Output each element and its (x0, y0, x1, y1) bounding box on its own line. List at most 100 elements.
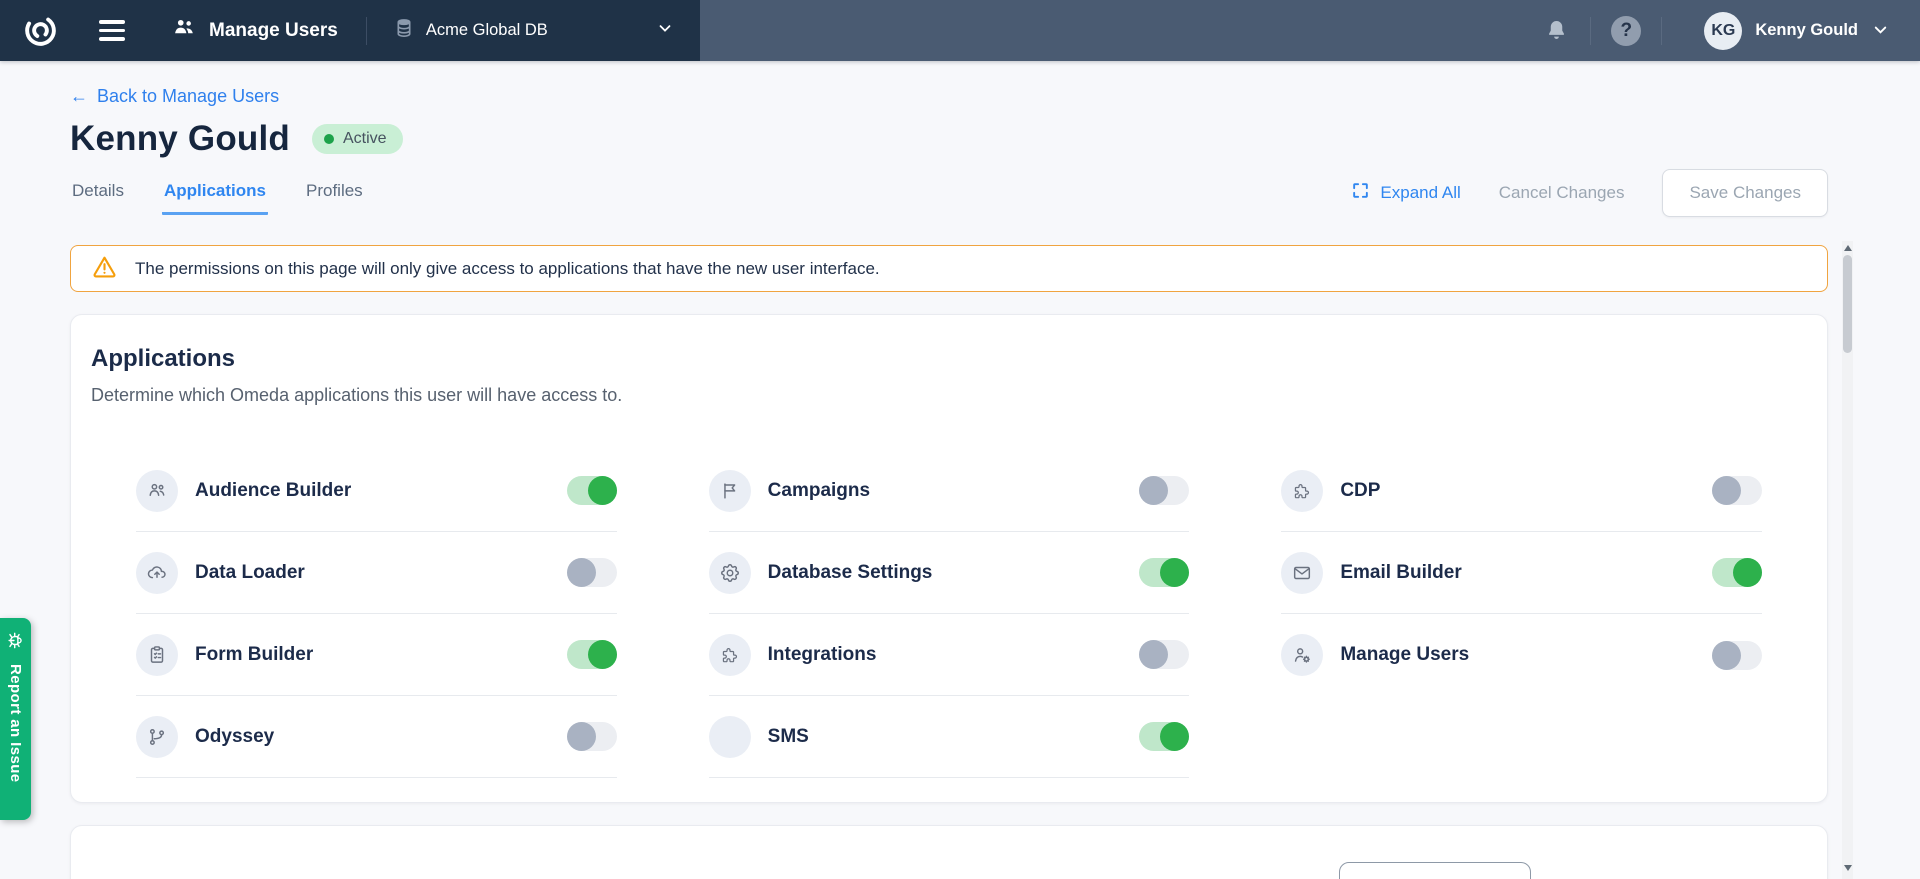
applications-card-description: Determine which Omeda applications this … (91, 385, 1762, 406)
scrollbar-thumb[interactable] (1843, 255, 1852, 353)
tab-details[interactable]: Details (70, 171, 126, 215)
toggle-audience-builder[interactable] (567, 476, 617, 505)
status-dot-icon (324, 134, 334, 144)
app-title-label: Manage Users (209, 20, 338, 42)
status-label: Active (343, 130, 387, 148)
puzzle-icon (1281, 470, 1323, 512)
user-gear-icon (1281, 634, 1323, 676)
envelope-icon (1281, 552, 1323, 594)
app-row-odyssey: Odyssey (136, 696, 617, 778)
branch-icon (136, 716, 178, 758)
scroll-up-arrow-icon[interactable] (1844, 245, 1852, 251)
app-label-data-loader: Data Loader (195, 562, 305, 584)
warning-banner: The permissions on this page will only g… (70, 245, 1828, 292)
applications-grid: Audience Builder Campaigns CDP Data Load… (136, 450, 1762, 778)
app-label-manage-users: Manage Users (1340, 644, 1469, 666)
expand-icon (1351, 181, 1370, 205)
page-content: ← Back to Manage Users Kenny Gould Activ… (0, 61, 1920, 879)
toggle-manage-users[interactable] (1712, 641, 1762, 670)
back-arrow-icon: ← (70, 86, 88, 107)
status-badge: Active (312, 124, 403, 154)
app-label-sms: SMS (768, 726, 809, 748)
toggle-integrations[interactable] (1139, 640, 1189, 669)
toggle-form-builder[interactable] (567, 640, 617, 669)
page-title: Kenny Gould (70, 119, 290, 159)
app-label-form-builder: Form Builder (195, 644, 313, 666)
user-menu[interactable]: KG Kenny Gould (1704, 12, 1890, 50)
title-row: Kenny Gould Active (70, 119, 1828, 159)
database-selector-label: Acme Global DB (426, 21, 548, 40)
app-row-database-settings: Database Settings (709, 532, 1190, 614)
app-row-cdp: CDP (1281, 450, 1762, 532)
report-an-issue-tab[interactable]: Report an Issue (0, 618, 31, 820)
toggle-odyssey[interactable] (567, 722, 617, 751)
app-row-data-loader: Data Loader (136, 532, 617, 614)
back-link[interactable]: ← Back to Manage Users (70, 86, 279, 107)
app-label-campaigns: Campaigns (768, 480, 870, 502)
next-section-card (70, 825, 1828, 879)
header-actions: Expand All Cancel Changes Save Changes (1351, 169, 1828, 217)
applications-card-title: Applications (91, 345, 1762, 373)
app-row-integrations: Integrations (709, 614, 1190, 696)
top-navbar: Manage Users Acme Global DB (0, 0, 1920, 61)
database-selector[interactable]: Acme Global DB (393, 17, 700, 44)
warning-triangle-icon (91, 253, 118, 285)
gear-icon (709, 552, 751, 594)
app-row-sms: SMS (709, 696, 1190, 778)
avatar: KG (1704, 12, 1742, 50)
app-row-audience-builder: Audience Builder (136, 450, 617, 532)
flag-icon (709, 470, 751, 512)
puzzle-icon (709, 634, 751, 676)
toggle-database-settings[interactable] (1139, 558, 1189, 587)
report-an-issue-label: Report an Issue (7, 664, 24, 783)
app-row-form-builder: Form Builder (136, 614, 617, 696)
navbar-left-section: Manage Users Acme Global DB (0, 0, 700, 61)
applications-card: Applications Determine which Omeda appli… (70, 314, 1828, 803)
database-icon (393, 17, 415, 44)
app-label-email-builder: Email Builder (1340, 562, 1461, 584)
audience-icon (136, 470, 178, 512)
navbar-divider (366, 17, 367, 45)
chevron-down-icon (656, 19, 674, 42)
tab-profiles[interactable]: Profiles (304, 171, 365, 215)
notifications-bell-icon[interactable] (1543, 17, 1570, 44)
tab-applications[interactable]: Applications (162, 171, 268, 215)
omeda-logo-icon[interactable] (22, 12, 59, 49)
toggle-sms[interactable] (1139, 722, 1189, 751)
toggle-email-builder[interactable] (1712, 558, 1762, 587)
navbar-divider (1590, 17, 1591, 45)
app-label-integrations: Integrations (768, 644, 877, 666)
app-row-campaigns: Campaigns (709, 450, 1190, 532)
navbar-divider (1661, 17, 1662, 45)
app-row-manage-users: Manage Users (1281, 614, 1762, 696)
tabs: Details Applications Profiles (70, 171, 365, 215)
toggle-data-loader[interactable] (567, 558, 617, 587)
clipboard-icon (136, 634, 178, 676)
partial-button[interactable] (1339, 862, 1531, 879)
save-changes-button[interactable]: Save Changes (1662, 169, 1828, 217)
app-label-cdp: CDP (1340, 480, 1380, 502)
toggle-campaigns[interactable] (1139, 476, 1189, 505)
bug-icon (6, 631, 25, 653)
help-icon[interactable]: ? (1611, 16, 1641, 46)
warning-text: The permissions on this page will only g… (135, 259, 880, 279)
manage-users-icon (171, 15, 197, 47)
app-label-database-settings: Database Settings (768, 562, 933, 584)
expand-all-label: Expand All (1380, 183, 1460, 203)
cancel-changes-button[interactable]: Cancel Changes (1499, 183, 1625, 203)
app-row-email-builder: Email Builder (1281, 532, 1762, 614)
blank-icon (709, 716, 751, 758)
hamburger-menu-icon[interactable] (99, 20, 125, 41)
back-link-label: Back to Manage Users (97, 86, 279, 107)
scroll-down-arrow-icon[interactable] (1844, 865, 1852, 871)
app-title: Manage Users (171, 15, 338, 47)
tabs-row: Details Applications Profiles Expand All C… (70, 169, 1828, 217)
user-name: Kenny Gould (1755, 21, 1858, 40)
navbar-right-section: ? KG Kenny Gould (700, 0, 1920, 61)
expand-all-button[interactable]: Expand All (1351, 181, 1460, 205)
toggle-cdp[interactable] (1712, 476, 1762, 505)
app-label-audience-builder: Audience Builder (195, 480, 351, 502)
vertical-scrollbar[interactable] (1842, 241, 1853, 879)
help-glyph: ? (1621, 20, 1633, 42)
chevron-down-icon (1871, 20, 1890, 42)
